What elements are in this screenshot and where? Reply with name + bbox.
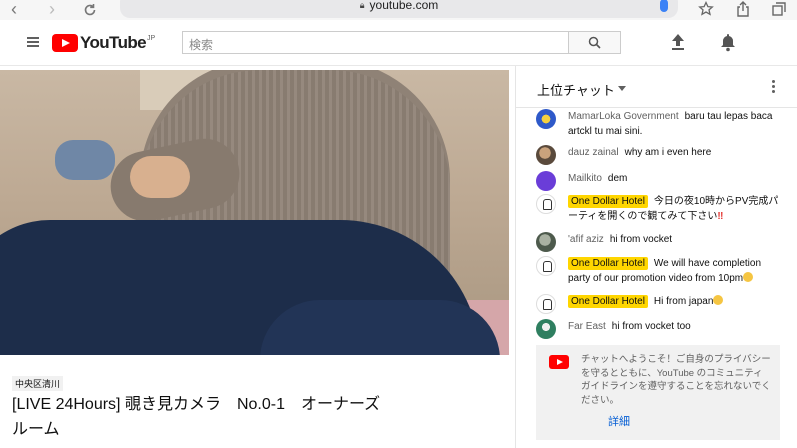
chat-message: One Dollar Hotel Hi from japan (536, 294, 786, 314)
video-title: [LIVE 24Hours] 覗き見カメラ No.0-1 オーナーズルーム (12, 396, 381, 438)
masthead: YouTube JP 検索 (0, 20, 797, 66)
chat-message: Mailkito dem (536, 171, 786, 191)
mic-icon[interactable] (660, 0, 668, 12)
forward-icon[interactable]: › (40, 0, 64, 18)
chat-text: hi from vocket too (611, 321, 691, 332)
address-bar[interactable]: 🔒︎ youtube.com (120, 0, 678, 18)
live-chat-panel: 上位チャット MamarLoka Government baru tau lepa… (515, 66, 797, 448)
lock-icon: 🔒︎ (359, 0, 365, 10)
tabs-icon[interactable] (767, 0, 791, 18)
chat-author[interactable]: 'afif aziz (568, 234, 604, 245)
upload-icon[interactable] (669, 32, 687, 52)
logo-region: JP (147, 34, 156, 42)
chevron-down-icon[interactable] (618, 86, 626, 91)
chat-message: 'afif aziz hi from vocket (536, 232, 786, 252)
avatar (536, 145, 556, 165)
chat-author[interactable]: MamarLoka Government (568, 111, 679, 122)
avatar (536, 232, 556, 252)
video-player[interactable] (0, 70, 509, 355)
star-icon[interactable] (694, 0, 718, 18)
video-cup (55, 140, 115, 180)
sunglasses-emoji-icon (713, 295, 724, 305)
welcome-text: チャットへようこそ！ご自身のプライバシーを守るとともに、YouTube のコミュ… (581, 354, 771, 406)
chat-header: 上位チャット (516, 66, 797, 108)
back-icon[interactable]: ‹ (2, 0, 26, 18)
chat-message: dauz zainal why am i even here (536, 145, 786, 165)
avatar (536, 109, 556, 129)
chat-message: One Dollar Hotel 今日の夜10時からPV完成パーティを開くので観て… (536, 194, 786, 224)
avatar (536, 171, 556, 191)
owner-badge[interactable]: One Dollar Hotel (568, 295, 648, 308)
address-text: youtube.com (369, 0, 439, 12)
youtube-logo[interactable]: YouTube JP (52, 33, 155, 53)
menu-icon[interactable] (27, 37, 39, 47)
search-icon (588, 36, 601, 49)
chat-message: One Dollar Hotel We will have completion … (536, 256, 786, 286)
more-options-icon[interactable] (772, 80, 776, 96)
owner-badge[interactable]: One Dollar Hotel (568, 195, 648, 208)
browser-toolbar: ‹ › 🔒︎ youtube.com (0, 0, 797, 20)
logo-text: YouTube (80, 33, 147, 52)
search-button[interactable] (568, 31, 621, 54)
share-icon[interactable] (731, 0, 755, 18)
grin-emoji-icon (743, 272, 754, 282)
exclamation-emoji: ‼ (717, 211, 724, 222)
location-tag[interactable]: 中央区清川 (12, 376, 64, 391)
learn-more-link[interactable]: 詳細 (608, 413, 630, 429)
chat-message: MamarLoka Government baru tau lepas baca … (536, 109, 786, 139)
avatar (536, 194, 556, 214)
youtube-play-icon (52, 34, 78, 52)
chat-mode-dropdown[interactable]: 上位チャット (537, 80, 615, 99)
avatar (536, 294, 556, 314)
avatar (536, 256, 556, 276)
reload-icon[interactable] (78, 1, 102, 19)
search-input[interactable]: 検索 (182, 31, 568, 54)
chat-text: dem (607, 173, 628, 184)
chat-text: Hi from japan (653, 296, 714, 307)
youtube-play-icon (549, 355, 569, 369)
chat-message: Far East hi from vocket too (536, 319, 786, 339)
chat-text: why am i even here (624, 147, 712, 158)
chat-author[interactable]: Far East (568, 321, 606, 332)
owner-badge[interactable]: One Dollar Hotel (568, 257, 648, 270)
chat-author[interactable]: dauz zainal (568, 147, 619, 158)
chat-text: hi from vocket (609, 234, 673, 245)
notifications-bell-icon[interactable] (719, 32, 737, 52)
chat-welcome-notice: チャットへようこそ！ご自身のプライバシーを守るとともに、YouTube のコミュ… (536, 345, 780, 440)
chat-author[interactable]: Mailkito (568, 173, 602, 184)
avatar (536, 319, 556, 339)
